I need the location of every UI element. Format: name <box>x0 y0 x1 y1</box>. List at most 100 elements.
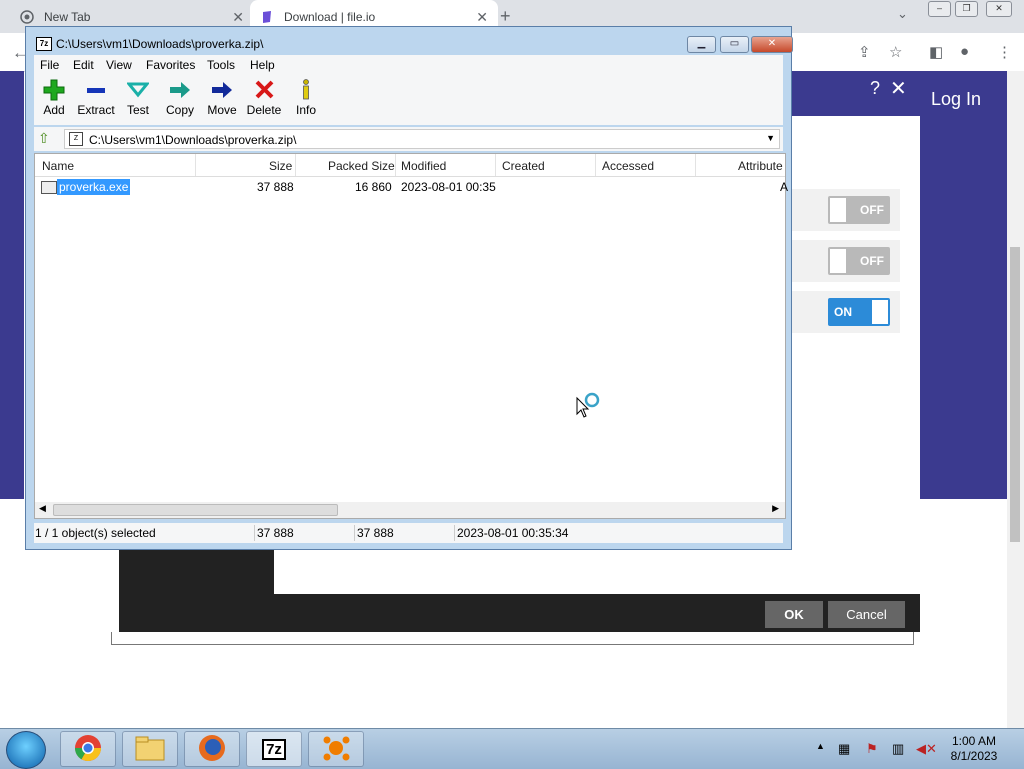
tray-app-icon[interactable]: ▦ <box>838 741 850 757</box>
page-header-band <box>920 71 1007 499</box>
scroll-right-icon[interactable]: ▶ <box>772 503 779 514</box>
cancel-button[interactable]: Cancel <box>828 601 905 628</box>
add-button[interactable]: Add <box>32 79 76 117</box>
menu-icon[interactable]: ⋮ <box>997 43 1012 61</box>
toggle-switch[interactable]: ON <box>828 298 890 326</box>
extract-icon <box>74 79 118 101</box>
star-icon[interactable]: ☆ <box>889 43 902 61</box>
column-accessed[interactable]: Accessed <box>602 159 654 173</box>
menu-tools[interactable]: Tools <box>207 58 235 72</box>
table-row[interactable]: proverka.exe 37 888 16 860 2023-08-01 00… <box>35 178 789 196</box>
toggle-knob <box>830 198 846 222</box>
new-tab-icon[interactable]: + <box>500 6 511 27</box>
menu-bar: File Edit View Favorites Tools Help <box>34 55 783 75</box>
menu-edit[interactable]: Edit <box>73 58 94 72</box>
file-modified: 2023-08-01 00:35 <box>401 180 496 194</box>
test-button[interactable]: Test <box>116 79 160 117</box>
delete-icon <box>242 79 286 101</box>
close-window-icon[interactable]: ✕ <box>986 1 1012 17</box>
file-list[interactable]: Name Size Packed Size Modified Created A… <box>34 153 789 519</box>
profile-icon[interactable]: ● <box>960 43 969 60</box>
move-button[interactable]: Move <box>200 79 244 117</box>
restore-icon[interactable]: ❐ <box>955 1 978 17</box>
delete-button[interactable]: Delete <box>242 79 286 117</box>
toggle-state: OFF <box>860 254 884 268</box>
page-scrollbar-thumb[interactable] <box>1010 247 1020 542</box>
copy-button[interactable]: Copy <box>158 79 202 117</box>
path-text: C:\Users\vm1\Downloads\proverka.zip\ <box>89 133 297 147</box>
taskbar-firefox[interactable] <box>184 731 240 767</box>
clock[interactable]: 1:00 AM 8/1/2023 <box>946 734 1002 764</box>
volume-muted-icon[interactable]: ◀✕ <box>916 741 937 757</box>
move-icon <box>200 79 244 101</box>
add-icon <box>32 79 76 101</box>
folder-up-icon[interactable]: ⇧ <box>38 130 50 147</box>
status-modified: 2023-08-01 00:35:34 <box>457 526 569 540</box>
info-icon <box>284 79 328 101</box>
taskbar-chrome[interactable] <box>60 731 116 767</box>
taskbar-explorer[interactable] <box>122 731 178 767</box>
folder-icon <box>135 735 165 764</box>
tray-expand-icon[interactable]: ▲ <box>816 741 825 751</box>
clock-date: 8/1/2023 <box>950 749 998 763</box>
minimize-icon[interactable]: ▁ <box>687 36 716 53</box>
login-link[interactable]: Log In <box>931 89 981 110</box>
network-icon[interactable]: ▥ <box>892 741 904 757</box>
action-center-icon[interactable]: ⚑ <box>866 741 878 757</box>
toggle-knob <box>830 249 846 273</box>
file-attribute: A <box>780 180 789 194</box>
status-selected: 1 / 1 object(s) selected <box>35 526 156 540</box>
toggle-switch[interactable]: OFF <box>828 196 890 224</box>
column-attribute[interactable]: Attribute <box>738 159 783 173</box>
column-packed-size[interactable]: Packed Size <box>328 159 395 173</box>
toggle-state: OFF <box>860 203 884 217</box>
clock-time: 1:00 AM <box>951 734 997 748</box>
close-icon[interactable]: ✕ <box>751 36 793 53</box>
close-tab-icon[interactable]: ✕ <box>232 9 244 26</box>
chrome-icon <box>74 734 102 765</box>
sevenzip-app-icon: 7z <box>36 37 52 51</box>
file-name: proverka.exe <box>57 179 131 195</box>
fileio-icon <box>260 10 274 24</box>
status-packed: 37 888 <box>357 526 394 540</box>
modal-border <box>111 632 914 645</box>
taskbar-7zip[interactable]: 7z <box>246 731 302 767</box>
tab-label: New Tab <box>44 9 91 24</box>
maximize-icon[interactable]: ▭ <box>720 36 749 53</box>
firefox-icon <box>198 734 226 765</box>
help-icon[interactable]: ? <box>870 78 880 99</box>
side-panel-icon[interactable]: ◧ <box>929 43 943 61</box>
column-size[interactable]: Size <box>269 159 292 173</box>
minimize-icon[interactable]: – <box>928 1 951 17</box>
taskbar-avast[interactable] <box>308 731 364 767</box>
tab-label: Download | file.io <box>284 9 376 24</box>
exe-file-icon <box>41 181 57 194</box>
menu-favorites[interactable]: Favorites <box>146 58 195 72</box>
menu-view[interactable]: View <box>106 58 132 72</box>
horizontal-scrollbar[interactable]: ◀ ▶ <box>35 502 785 518</box>
start-button[interactable] <box>6 731 46 769</box>
info-button[interactable]: Info <box>284 79 328 117</box>
scroll-left-icon[interactable]: ◀ <box>39 503 46 514</box>
taskbar: 7z ▲ ▦ ⚑ ▥ ◀✕ 1:00 AM 8/1/2023 <box>0 728 1024 769</box>
column-name[interactable]: Name <box>42 159 74 173</box>
share-icon[interactable]: ⇪ <box>858 43 871 61</box>
chrome-icon <box>20 9 34 24</box>
menu-file[interactable]: File <box>40 58 59 72</box>
close-tab-icon[interactable]: ✕ <box>476 9 488 26</box>
column-created[interactable]: Created <box>502 159 545 173</box>
ok-button[interactable]: OK <box>765 601 823 628</box>
column-modified[interactable]: Modified <box>401 159 446 173</box>
path-combobox[interactable]: Z C:\Users\vm1\Downloads\proverka.zip\ ▼ <box>64 129 780 149</box>
toggle-state: ON <box>834 305 852 319</box>
toggle-switch[interactable]: OFF <box>828 247 890 275</box>
file-packed-size: 16 860 <box>355 180 392 194</box>
menu-help[interactable]: Help <box>250 58 275 72</box>
window-title: C:\Users\vm1\Downloads\proverka.zip\ <box>56 37 264 51</box>
extract-button[interactable]: Extract <box>74 79 118 117</box>
close-icon[interactable]: ✕ <box>890 76 907 101</box>
scrollbar-thumb[interactable] <box>53 504 338 516</box>
chevron-down-icon[interactable]: ⌄ <box>897 6 908 22</box>
zip-icon: Z <box>69 132 83 146</box>
chevron-down-icon[interactable]: ▼ <box>766 133 775 143</box>
